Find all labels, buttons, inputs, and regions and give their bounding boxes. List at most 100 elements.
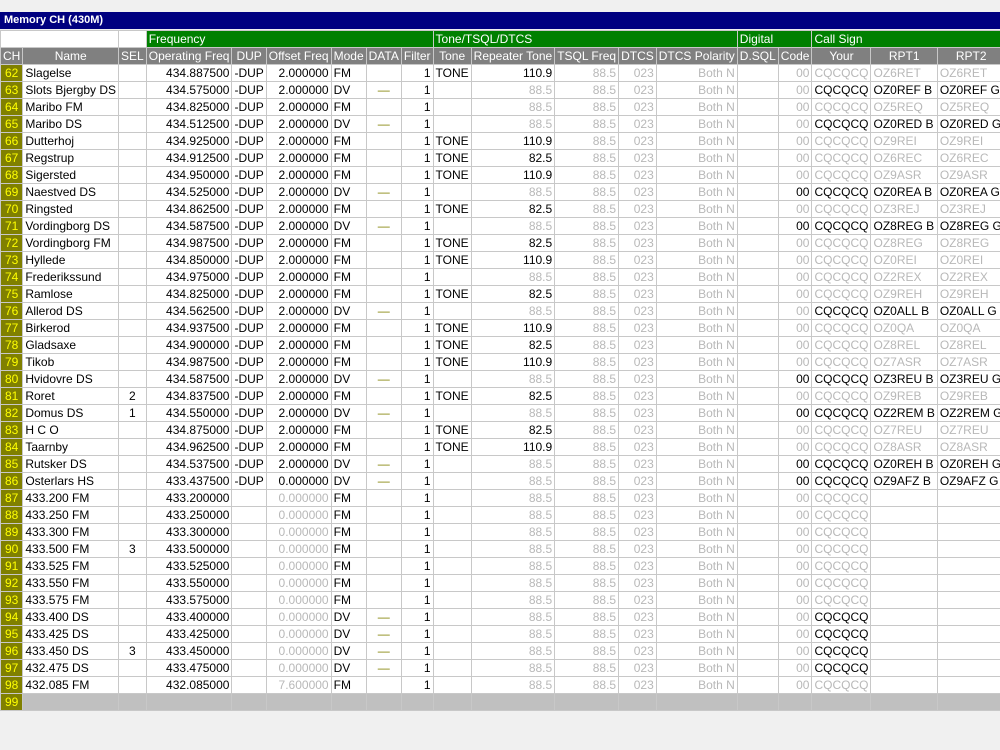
mode-cell[interactable]: DV (330, 217, 367, 235)
dtcs-polarity-cell[interactable]: Both N (655, 523, 738, 541)
rpt2-cell[interactable] (936, 523, 1000, 541)
tsql-freq-cell[interactable]: 88.5 (554, 353, 620, 371)
operating-freq-cell[interactable]: 434.537500 (145, 455, 233, 473)
repeater-tone-cell[interactable]: 88.5 (470, 370, 556, 388)
channel-number[interactable]: 95 (0, 625, 24, 643)
dup-cell[interactable] (231, 608, 267, 626)
channel-number[interactable]: 69 (0, 183, 24, 201)
offset-freq-cell[interactable]: 0.000000 (265, 591, 332, 609)
tone-cell[interactable]: TONE (432, 438, 472, 456)
code-cell[interactable]: 00 (777, 115, 813, 133)
channel-number[interactable]: 87 (0, 489, 24, 507)
code-cell[interactable]: 00 (777, 353, 813, 371)
rpt2-cell[interactable]: OZ0REI (936, 251, 1000, 269)
rpt1-cell[interactable]: OZ8REG (870, 234, 938, 252)
name-cell[interactable]: Frederikssund (22, 268, 120, 286)
data-cell[interactable] (365, 557, 402, 575)
channel-number[interactable]: 66 (0, 132, 24, 150)
data-cell[interactable] (365, 438, 402, 456)
channel-number[interactable]: 68 (0, 166, 24, 184)
sel-cell[interactable] (118, 676, 147, 694)
col-header-dup[interactable]: DUP (231, 47, 267, 65)
dtcs-polarity-cell[interactable]: Both N (655, 234, 738, 252)
dsql-cell[interactable] (736, 81, 779, 99)
code-cell[interactable]: 00 (777, 591, 813, 609)
dsql-cell[interactable] (736, 506, 779, 524)
mode-cell[interactable]: FM (330, 506, 367, 524)
channel-number[interactable]: 92 (0, 574, 24, 592)
mode-cell[interactable]: FM (330, 387, 367, 405)
tone-cell[interactable] (432, 608, 472, 626)
name-cell[interactable]: Naestved DS (22, 183, 120, 201)
dsql-cell[interactable] (736, 268, 779, 286)
code-cell[interactable]: 00 (777, 659, 813, 677)
tone-cell[interactable] (432, 489, 472, 507)
offset-freq-cell[interactable]: 2.000000 (265, 336, 332, 354)
offset-freq-cell[interactable]: 0.000000 (265, 574, 332, 592)
operating-freq-cell[interactable]: 434.900000 (145, 336, 233, 354)
name-cell[interactable]: Birkerod (22, 319, 120, 337)
dsql-cell[interactable] (736, 336, 779, 354)
repeater-tone-cell[interactable]: 88.5 (470, 625, 556, 643)
name-cell[interactable]: Hyllede (22, 251, 120, 269)
tsql-freq-cell[interactable]: 88.5 (554, 472, 620, 490)
dup-cell[interactable]: -DUP (231, 149, 267, 167)
tsql-freq-cell[interactable]: 88.5 (554, 676, 620, 694)
dtcs-cell[interactable]: 023 (618, 608, 657, 626)
dtcs-cell[interactable]: 023 (618, 115, 657, 133)
rpt2-cell[interactable]: OZ9REI (936, 132, 1000, 150)
operating-freq-cell[interactable]: 434.850000 (145, 251, 233, 269)
data-cell[interactable] (365, 200, 402, 218)
rpt1-cell[interactable]: OZ9REH (870, 285, 938, 303)
offset-freq-cell[interactable]: 2.000000 (265, 149, 332, 167)
dup-cell[interactable]: -DUP (231, 64, 267, 82)
rpt2-cell[interactable] (936, 608, 1000, 626)
filter-cell[interactable]: 1 (400, 608, 434, 626)
dtcs-polarity-cell[interactable]: Both N (655, 149, 738, 167)
offset-freq-cell[interactable]: 0.000000 (265, 625, 332, 643)
filter-cell[interactable]: 1 (400, 285, 434, 303)
data-cell[interactable]: — (365, 642, 402, 660)
repeater-tone-cell[interactable]: 88.5 (470, 523, 556, 541)
mode-cell[interactable]: FM (330, 421, 367, 439)
tsql-freq-cell[interactable]: 88.5 (554, 302, 620, 320)
filter-cell[interactable]: 1 (400, 319, 434, 337)
repeater-tone-cell[interactable]: 88.5 (470, 642, 556, 660)
offset-freq-cell[interactable]: 2.000000 (265, 438, 332, 456)
dtcs-polarity-cell[interactable]: Both N (655, 506, 738, 524)
dsql-cell[interactable] (736, 64, 779, 82)
your-cell[interactable]: CQCQCQ (811, 234, 872, 252)
name-cell[interactable]: Taarnby (22, 438, 120, 456)
your-cell[interactable]: CQCQCQ (811, 489, 872, 507)
sel-cell[interactable] (118, 489, 147, 507)
dtcs-polarity-cell[interactable]: Both N (655, 676, 738, 694)
filter-cell[interactable]: 1 (400, 217, 434, 235)
dup-cell[interactable]: -DUP (231, 387, 267, 405)
filter-cell[interactable] (400, 693, 434, 711)
tsql-freq-cell[interactable]: 88.5 (554, 421, 620, 439)
channel-number[interactable]: 74 (0, 268, 24, 286)
data-cell[interactable]: — (365, 115, 402, 133)
operating-freq-cell[interactable]: 434.937500 (145, 319, 233, 337)
tone-cell[interactable]: TONE (432, 336, 472, 354)
tone-cell[interactable] (432, 540, 472, 558)
rpt1-cell[interactable] (870, 523, 938, 541)
name-cell[interactable]: Gladsaxe (22, 336, 120, 354)
rpt1-cell[interactable]: OZ6RET (870, 64, 938, 82)
tone-cell[interactable] (432, 625, 472, 643)
rpt1-cell[interactable]: OZ9REI (870, 132, 938, 150)
dtcs-cell[interactable]: 023 (618, 625, 657, 643)
mode-cell[interactable]: DV (330, 472, 367, 490)
dtcs-cell[interactable]: 023 (618, 251, 657, 269)
offset-freq-cell[interactable]: 2.000000 (265, 183, 332, 201)
offset-freq-cell[interactable] (265, 693, 332, 711)
col-header-ch[interactable]: CH (0, 47, 24, 65)
tone-cell[interactable] (432, 81, 472, 99)
tsql-freq-cell[interactable]: 88.5 (554, 166, 620, 184)
operating-freq-cell[interactable]: 434.562500 (145, 302, 233, 320)
dsql-cell[interactable] (736, 132, 779, 150)
data-cell[interactable] (365, 540, 402, 558)
tsql-freq-cell[interactable]: 88.5 (554, 81, 620, 99)
repeater-tone-cell[interactable] (470, 693, 556, 711)
filter-cell[interactable]: 1 (400, 81, 434, 99)
